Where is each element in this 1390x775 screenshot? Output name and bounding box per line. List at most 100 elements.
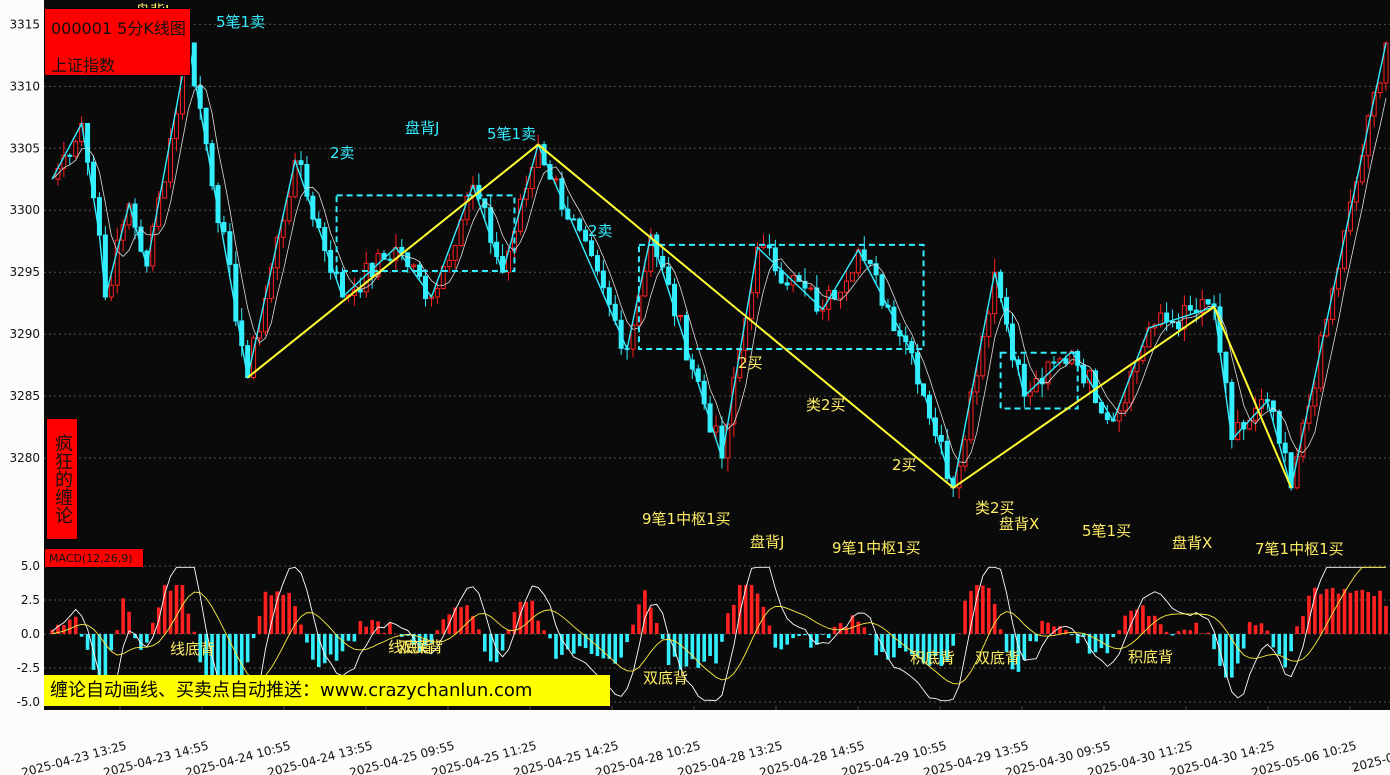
- macd-histogram-bar: [844, 627, 849, 634]
- macd-ytick-label: -5.0: [17, 695, 40, 709]
- macd-histogram-bar: [654, 622, 659, 634]
- macd-histogram-bar: [79, 634, 84, 637]
- candle-body: [749, 292, 755, 319]
- macd-histogram-bar: [613, 634, 618, 664]
- signal-annotation: 2卖: [588, 222, 613, 240]
- signal-annotation: 类2买: [806, 396, 846, 414]
- macd-histogram-bar: [239, 634, 244, 678]
- candle-body: [1270, 400, 1276, 412]
- signal-annotation: 5笔1卖: [487, 125, 536, 143]
- macd-histogram-bar: [305, 634, 309, 643]
- macd-histogram-bar: [607, 634, 612, 659]
- signal-annotation: 盘背J: [750, 533, 784, 551]
- candle-body: [434, 288, 440, 298]
- signal-annotation: 9笔1中枢1买: [642, 510, 731, 528]
- macd-histogram-bar: [257, 615, 262, 634]
- macd-histogram-bar: [1253, 625, 1258, 634]
- candle-body: [559, 178, 565, 210]
- macd-histogram-bar: [1259, 623, 1264, 634]
- price-ytick-label: 3305: [9, 141, 40, 155]
- signal-annotation: 盘背X: [1172, 534, 1212, 552]
- macd-histogram-bar: [957, 633, 961, 634]
- side-label: 疯狂的缠论: [46, 418, 78, 540]
- candle-body: [1223, 351, 1229, 384]
- macd-histogram-bar: [589, 634, 594, 654]
- macd-ytick-label: -2.5: [17, 661, 40, 675]
- candle-body: [606, 287, 612, 305]
- candle-body: [814, 287, 820, 312]
- macd-histogram-bar: [791, 634, 795, 639]
- macd-histogram-bar: [826, 634, 831, 639]
- macd-histogram-bar: [726, 613, 730, 634]
- macd-histogram-bar: [1283, 634, 1288, 668]
- chanlun-kline-chart: 盘背J5笔1卖2卖盘背J5笔1卖2卖2买类2买9笔1中枢1买盘背J9笔1中枢1买…: [0, 0, 1390, 775]
- candle-body: [1312, 387, 1318, 407]
- macd-histogram-bar: [773, 634, 778, 648]
- macd-histogram-bar: [328, 634, 333, 655]
- signal-annotation: 9笔1中枢1买: [832, 539, 921, 557]
- macd-histogram-bar: [145, 634, 149, 643]
- macd-ytick-label: 2.5: [21, 593, 40, 607]
- macd-histogram-bar: [1069, 634, 1074, 636]
- candle-body: [583, 229, 589, 242]
- candle-body: [1282, 442, 1288, 454]
- candle-body: [67, 154, 73, 157]
- candle-body: [713, 425, 719, 433]
- candle-body: [589, 240, 595, 257]
- macd-histogram-bar: [524, 601, 529, 634]
- macd-histogram-bar: [1200, 633, 1205, 634]
- macd-histogram-bar: [732, 604, 736, 634]
- candle-body: [387, 258, 393, 261]
- candle-body: [298, 160, 304, 165]
- price-ytick-label: 3310: [9, 79, 40, 93]
- price-ytick-label: 3295: [9, 265, 40, 279]
- macd-histogram-bar: [1366, 591, 1371, 634]
- macd-histogram-bar: [435, 630, 440, 634]
- macd-histogram-bar: [1372, 595, 1376, 634]
- candle-body: [1164, 312, 1170, 322]
- price-ytick-label: 3315: [9, 17, 40, 31]
- macd-histogram-bar: [1241, 634, 1246, 649]
- macd-histogram-bar: [619, 634, 623, 658]
- macd-histogram-bar: [1265, 630, 1270, 634]
- macd-histogram-bar: [352, 634, 357, 642]
- candle-body: [1092, 370, 1098, 404]
- macd-histogram-bar: [500, 634, 505, 651]
- macd-histogram-bar: [566, 634, 570, 650]
- macd-histogram-bar: [85, 634, 90, 650]
- macd-histogram-bar: [1301, 616, 1305, 634]
- macd-histogram-bar: [1040, 620, 1044, 634]
- candle-body: [1187, 305, 1193, 311]
- candle-body: [334, 271, 340, 274]
- macd-histogram-bar: [281, 594, 286, 634]
- macd-histogram-bar: [121, 598, 125, 634]
- macd-histogram-bar: [192, 631, 197, 634]
- macd-histogram-bar: [903, 634, 908, 652]
- signal-annotation: 2买: [892, 456, 917, 474]
- macd-histogram-bar: [1164, 631, 1169, 634]
- candle-body: [838, 291, 844, 300]
- macd-histogram-bar: [245, 634, 250, 663]
- macd-histogram-bar: [388, 622, 392, 634]
- signal-annotation: 盘背X: [999, 515, 1039, 533]
- macd-histogram-bar: [115, 630, 120, 634]
- macd-histogram-bar: [643, 590, 647, 634]
- macd-histogram-bar: [820, 634, 825, 635]
- candle-body: [452, 245, 458, 261]
- macd-histogram-bar: [536, 620, 540, 634]
- candle-body: [446, 259, 452, 267]
- signal-annotation: 5笔1卖: [216, 13, 265, 31]
- candle-body: [1122, 402, 1128, 412]
- macd-histogram-bar: [1289, 634, 1293, 652]
- candle-body: [286, 196, 292, 222]
- chart-canvas: 盘背J5笔1卖2卖盘背J5笔1卖2卖2买类2买9笔1中枢1买盘背J9笔1中枢1买…: [0, 0, 1390, 775]
- macd-histogram-bar: [850, 615, 855, 634]
- candle-body: [594, 255, 600, 272]
- macd-histogram-bar: [287, 592, 291, 634]
- macd-histogram-bar: [1318, 594, 1323, 634]
- macd-histogram-bar: [749, 585, 754, 634]
- candle-body: [1116, 410, 1122, 422]
- macd-ytick-label: 0.0: [21, 627, 40, 641]
- candle-body: [357, 289, 363, 293]
- macd-divergence-annotation: 积底背: [1128, 648, 1173, 666]
